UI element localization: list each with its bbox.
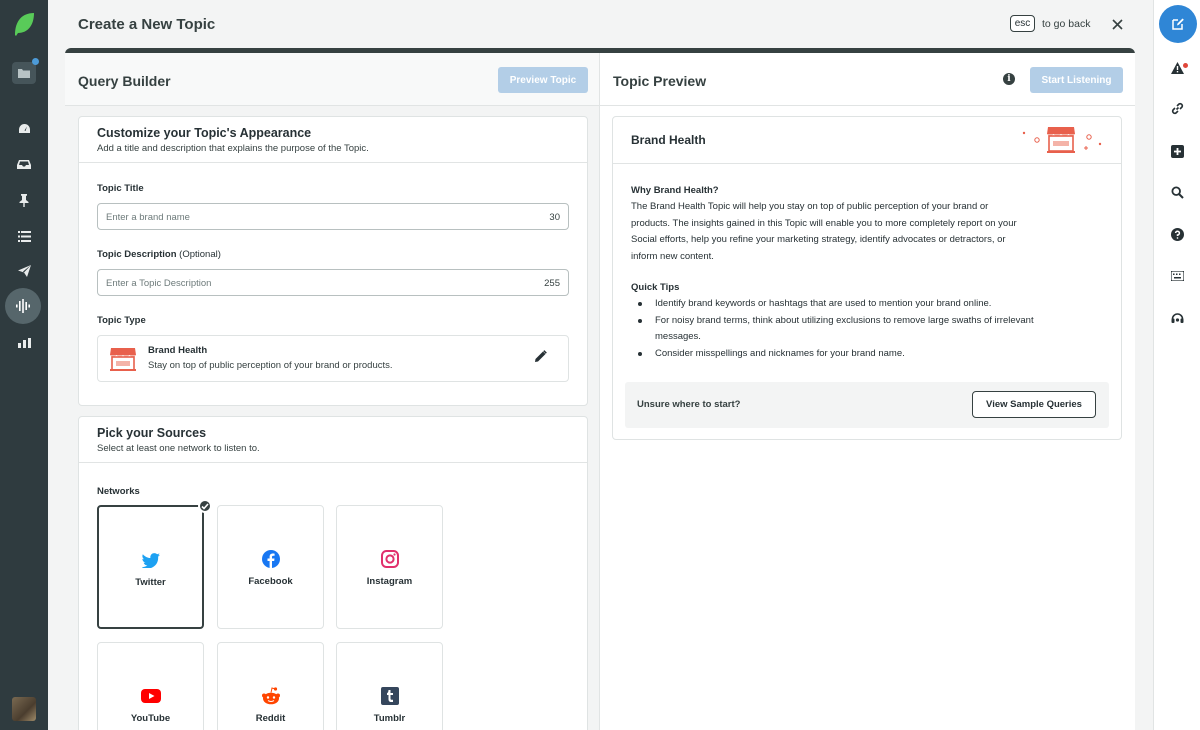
- alert-dot: [1183, 63, 1188, 68]
- tumblr-icon: [337, 687, 442, 705]
- twitter-icon: [99, 551, 202, 569]
- quick-tips-heading: Quick Tips: [631, 282, 680, 293]
- sources-card: Pick your Sources Select at least one ne…: [78, 416, 588, 730]
- storefront-icon: [110, 348, 136, 371]
- query-builder-title: Query Builder: [78, 73, 171, 89]
- reddit-icon: [218, 687, 323, 705]
- notification-dot: [32, 58, 39, 65]
- preview-card-header: Brand Health: [613, 117, 1121, 164]
- close-icon[interactable]: [1107, 14, 1127, 34]
- add-icon[interactable]: [1154, 139, 1200, 163]
- page-title: Create a New Topic: [78, 16, 216, 33]
- right-rail: [1153, 0, 1200, 730]
- support-icon[interactable]: [1154, 306, 1200, 330]
- topic-description-char-count: 255: [544, 278, 560, 289]
- why-line: Social efforts, help you refine your mar…: [631, 234, 1006, 245]
- tip-item: For noisy brand terms, think about utili…: [631, 313, 1081, 346]
- folder-icon[interactable]: [12, 62, 36, 84]
- sources-card-header: Pick your Sources Select at least one ne…: [79, 417, 587, 463]
- why-line: The Brand Health Topic will help you sta…: [631, 201, 989, 212]
- appearance-card-header: Customize your Topic's Appearance Add a …: [79, 117, 587, 163]
- send-icon[interactable]: [0, 256, 48, 286]
- tip-item: Consider misspellings and nicknames for …: [631, 346, 1101, 363]
- search-icon[interactable]: [1154, 180, 1200, 204]
- topic-type-selector[interactable]: Brand Health Stay on top of public perce…: [97, 335, 569, 382]
- network-tile-reddit[interactable]: Reddit: [217, 642, 324, 730]
- sources-title: Pick your Sources: [97, 426, 207, 440]
- network-name: Facebook: [248, 576, 293, 587]
- appearance-title: Customize your Topic's Appearance: [97, 126, 312, 140]
- compose-icon[interactable]: [1159, 5, 1197, 43]
- brand-health-preview-card: Brand Health Why Brand Health? The Brand…: [612, 116, 1122, 440]
- youtube-icon: [98, 687, 203, 705]
- query-builder-column: Query Builder Preview Topic Customize yo…: [65, 53, 600, 730]
- left-navigation: [0, 0, 48, 730]
- query-builder-header: Query Builder Preview Topic: [65, 53, 599, 106]
- start-listening-button[interactable]: Start Listening: [1030, 67, 1123, 93]
- topic-title-placeholder: Enter a brand name: [106, 212, 190, 223]
- network-tile-facebook[interactable]: Facebook: [217, 505, 324, 629]
- top-bar: Create a New Topic esc to go back: [48, 0, 1153, 48]
- network-tile-twitter[interactable]: Twitter: [97, 499, 212, 629]
- preview-card-title: Brand Health: [631, 133, 706, 147]
- checkmark-icon: [198, 499, 212, 513]
- network-name: Instagram: [366, 576, 413, 587]
- reports-icon[interactable]: [0, 328, 48, 358]
- topic-type-description: Stay on top of public perception of your…: [148, 360, 393, 371]
- topic-preview-header: Topic Preview i Start Listening: [600, 53, 1135, 106]
- pencil-icon[interactable]: [534, 350, 547, 368]
- topic-type-label: Topic Type: [97, 315, 146, 326]
- list-icon[interactable]: [0, 221, 48, 251]
- networks-label: Networks: [97, 486, 140, 497]
- storefront-illustration-icon: [1022, 127, 1102, 153]
- why-line: products. The insights gained in this To…: [631, 217, 1017, 229]
- network-name: YouTube: [130, 713, 171, 724]
- topic-title-label: Topic Title: [97, 183, 144, 194]
- alert-icon[interactable]: [1154, 56, 1200, 80]
- topic-title-char-count: 30: [549, 212, 560, 223]
- sources-subtitle: Select at least one network to listen to…: [97, 443, 260, 454]
- appearance-subtitle: Add a title and description that explain…: [97, 143, 369, 154]
- esc-key-hint: esc: [1010, 15, 1035, 32]
- why-heading: Why Brand Health?: [631, 185, 719, 196]
- topic-description-input[interactable]: Enter a Topic Description 255: [97, 269, 569, 296]
- topic-description-label: Topic Description (Optional): [97, 249, 221, 260]
- inbox-icon[interactable]: [0, 149, 48, 179]
- pin-icon[interactable]: [0, 185, 48, 215]
- go-back-text: to go back: [1042, 18, 1091, 30]
- quick-tips-list: Identify brand keywords or hashtags that…: [631, 296, 1101, 362]
- sprout-logo-icon[interactable]: [12, 11, 36, 42]
- view-sample-queries-button[interactable]: View Sample Queries: [972, 391, 1096, 418]
- help-icon[interactable]: [1154, 222, 1200, 246]
- topic-preview-title: Topic Preview: [613, 73, 707, 89]
- listening-icon[interactable]: [5, 288, 41, 324]
- dashboard-icon[interactable]: [0, 113, 48, 143]
- topic-type-name: Brand Health: [148, 345, 208, 356]
- network-tile-youtube[interactable]: YouTube: [97, 642, 204, 730]
- why-line: inform new content.: [631, 250, 714, 262]
- avatar[interactable]: [12, 697, 36, 721]
- facebook-icon: [218, 550, 323, 568]
- topic-description-label-text: Topic Description: [97, 249, 177, 260]
- preview-topic-button[interactable]: Preview Topic: [498, 67, 588, 93]
- topic-title-input[interactable]: Enter a brand name 30: [97, 203, 569, 230]
- unsure-banner: Unsure where to start? View Sample Queri…: [625, 382, 1109, 428]
- network-tile-tumblr[interactable]: Tumblr: [336, 642, 443, 730]
- network-name: Tumblr: [373, 713, 406, 724]
- unsure-text: Unsure where to start?: [637, 399, 741, 410]
- topic-description-placeholder: Enter a Topic Description: [106, 278, 212, 289]
- keyboard-icon[interactable]: [1154, 264, 1200, 288]
- info-icon[interactable]: i: [1003, 73, 1015, 85]
- network-name: Twitter: [135, 577, 166, 588]
- network-tile-instagram[interactable]: Instagram: [336, 505, 443, 629]
- optional-tag: (Optional): [179, 249, 221, 260]
- topic-preview-column: Topic Preview i Start Listening Brand He…: [600, 53, 1135, 730]
- instagram-icon: [337, 550, 442, 568]
- create-topic-panel: Query Builder Preview Topic Customize yo…: [65, 53, 1135, 730]
- why-description: The Brand Health Topic will help you sta…: [631, 199, 1101, 265]
- appearance-card: Customize your Topic's Appearance Add a …: [78, 116, 588, 406]
- link-icon[interactable]: [1154, 96, 1200, 120]
- tip-item: Identify brand keywords or hashtags that…: [631, 296, 1101, 313]
- network-name: Reddit: [255, 713, 286, 724]
